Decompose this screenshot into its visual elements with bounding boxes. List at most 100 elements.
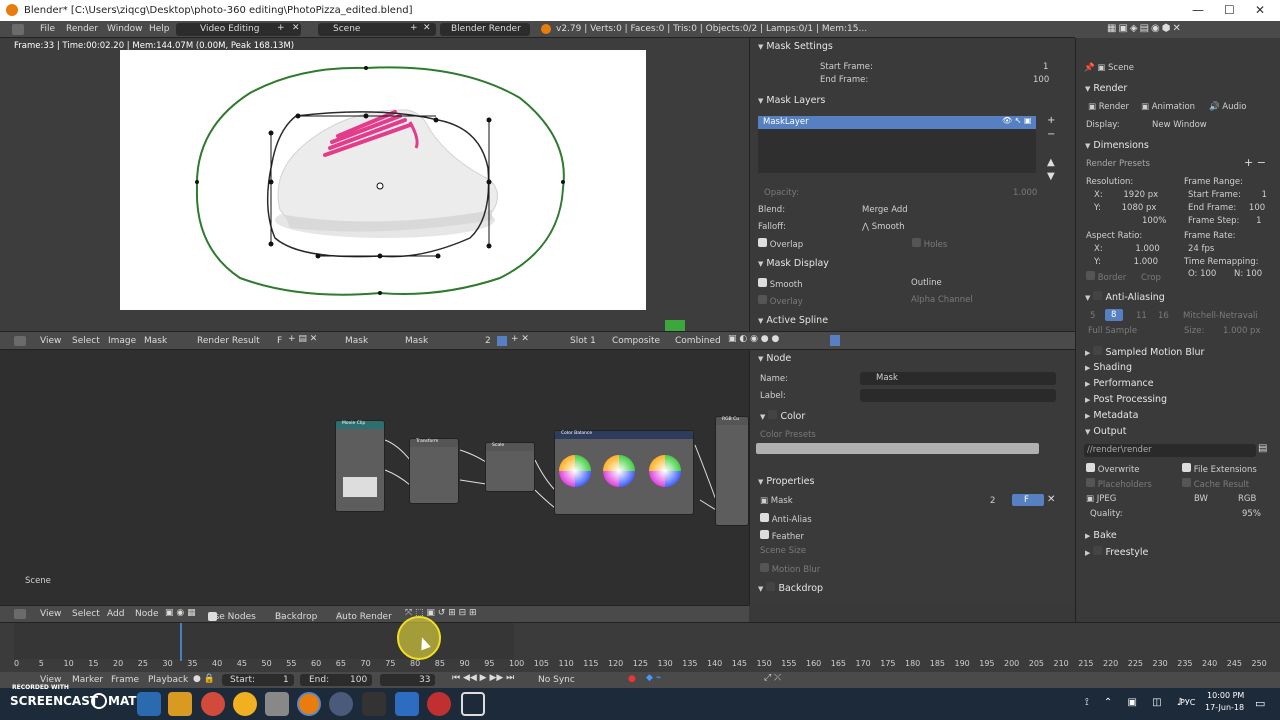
holes-checkbox[interactable]: Holes — [912, 238, 947, 250]
frame-step-field[interactable]: Frame Step: 1 — [1188, 216, 1262, 226]
fake-user-toggle[interactable]: F — [277, 336, 282, 346]
movie-clip-node[interactable]: Movie Clip — [335, 420, 385, 512]
transform-node[interactable]: Transform — [409, 438, 459, 504]
aa-samples-16[interactable]: 16 — [1158, 311, 1169, 321]
file-extensions-checkbox[interactable]: File Extensions — [1182, 463, 1257, 475]
backdrop-header[interactable]: ▼ Backdrop — [758, 582, 823, 594]
file-explorer-icon[interactable] — [168, 692, 192, 716]
autokey-record-icon[interactable]: ● — [628, 674, 636, 684]
mask-selector[interactable]: Mask — [405, 336, 428, 346]
slot-selector[interactable]: Slot 1 — [570, 336, 596, 346]
fake-user-mask-button[interactable] — [497, 336, 507, 346]
terminal-icon[interactable] — [362, 692, 386, 716]
timeline[interactable]: 0 5 10 15 20 25 30 35 40 45 50 55 60 65 70 75 80 85 90 95 10… — [0, 616, 1280, 672]
render-button[interactable]: ▣ Render — [1088, 102, 1129, 112]
aa-samples-5[interactable]: 5 — [1090, 311, 1095, 321]
editor-type-icon[interactable] — [14, 609, 26, 619]
res-x-field[interactable]: X: 1920 px — [1094, 190, 1158, 200]
notifications-icon[interactable]: ▭ — [1255, 697, 1265, 710]
aa-samples-11[interactable]: 11 — [1136, 311, 1147, 321]
language-indicator[interactable]: РУС — [1180, 698, 1195, 707]
node-tree-type-icons[interactable]: ▣ ◉ ▦ — [165, 608, 196, 618]
mask-display-header[interactable]: ▼ Mask Display — [758, 258, 829, 269]
unlink-mask-icon[interactable]: ✕ — [1047, 494, 1055, 505]
color-bw-option[interactable]: BW — [1194, 494, 1208, 504]
menu-help[interactable]: Help — [149, 24, 170, 34]
clock-date[interactable]: 17-Jun-18 — [1205, 703, 1244, 712]
remove-scene-icon[interactable]: ✕ — [423, 23, 431, 33]
overlay-mode-select[interactable]: Alpha Channel — [911, 295, 973, 305]
mode-selector[interactable]: Mask — [345, 336, 368, 346]
outline-select[interactable]: Outline — [911, 278, 942, 288]
close-button[interactable]: ✕ — [1255, 3, 1265, 17]
dimensions-header[interactable]: ▼ Dimensions — [1085, 140, 1149, 151]
rgb-curves-node[interactable]: RGB Cu — [715, 416, 749, 526]
overlay-checkbox[interactable]: Overlay — [758, 295, 803, 307]
menu-render[interactable]: Render — [66, 24, 98, 34]
keyframe-icons[interactable]: ⤢ ⤬ — [764, 673, 781, 683]
pass-selector[interactable]: Combined — [675, 336, 721, 346]
post-processing-header[interactable]: ▶ Post Processing — [1085, 394, 1167, 405]
animation-button[interactable]: ▣ Animation — [1141, 102, 1195, 112]
audio-button[interactable]: 🔊 Audio — [1209, 102, 1246, 112]
layer-selector[interactable]: Composite — [612, 336, 660, 346]
keying-set-icons[interactable]: ◆ ⌁ — [646, 673, 661, 683]
end-frame-field[interactable]: End Frame: 100 — [1188, 203, 1265, 213]
output-path-field[interactable]: //render\render — [1084, 444, 1256, 457]
media-icon[interactable] — [427, 692, 451, 716]
add-scene-icon[interactable]: + — [410, 23, 418, 33]
mask-spline-overlay[interactable] — [0, 38, 749, 331]
opacity-value[interactable]: 1.000 — [1013, 188, 1037, 198]
menu-image[interactable]: Image — [108, 336, 136, 346]
pin-icon[interactable] — [830, 335, 840, 346]
frame-rate-select[interactable]: 24 fps — [1188, 244, 1214, 254]
clock-time[interactable]: 10:00 PM — [1207, 691, 1244, 700]
mask-layer-row[interactable]: MaskLayer 👁 ↖ ▣ — [758, 116, 1036, 129]
border-checkbox[interactable]: Border — [1086, 271, 1126, 283]
performance-header[interactable]: ▶ Performance — [1085, 378, 1154, 389]
layer-visibility-icons[interactable]: 👁 ↖ ▣ — [1002, 116, 1032, 125]
remove-layout-icon[interactable]: ✕ — [292, 23, 300, 33]
mask-settings-header[interactable]: ▼ Mask Settings — [758, 41, 833, 52]
sampled-motion-blur-header[interactable]: ▶ Sampled Motion Blur — [1085, 346, 1204, 358]
properties-context-icons[interactable]: ▦▣◈▤◉⬢✕ — [1107, 23, 1183, 34]
node-color-swatch[interactable] — [756, 443, 1039, 454]
color-header[interactable]: ▼ Color — [760, 410, 805, 422]
vscode-icon[interactable] — [395, 692, 419, 716]
image-selector[interactable]: Render Result — [197, 336, 260, 346]
display-select[interactable]: New Window — [1152, 120, 1207, 130]
folder-icon[interactable]: ▤ — [1258, 443, 1267, 454]
end-frame-value[interactable]: 100 — [1033, 75, 1049, 85]
minimize-button[interactable]: — — [1192, 3, 1204, 17]
display-channel-icons[interactable]: ▣ ◐ ◉ ● ● — [728, 334, 779, 344]
color-balance-node[interactable]: Color Balance — [554, 430, 694, 515]
output-header[interactable]: ▼ Output — [1085, 426, 1126, 437]
sync-select[interactable]: No Sync — [538, 675, 575, 685]
snipping-icon[interactable] — [461, 692, 485, 716]
anti-aliasing-header[interactable]: ▼ Anti-Aliasing — [1085, 291, 1165, 303]
aspect-y-field[interactable]: Y: 1.000 — [1094, 257, 1158, 267]
menu-window[interactable]: Window — [107, 24, 143, 34]
node-editor[interactable]: Movie Clip Transform Scale Color Balance… — [0, 350, 749, 605]
overwrite-checkbox[interactable]: Overwrite — [1086, 463, 1140, 475]
quality-value[interactable]: 95% — [1242, 509, 1261, 519]
menu-node[interactable]: Node — [135, 609, 159, 619]
metadata-header[interactable]: ▶ Metadata — [1085, 410, 1138, 421]
scene-size-select[interactable]: Scene Size — [760, 546, 806, 556]
falloff-select[interactable]: ⋀ Smooth — [862, 222, 904, 232]
feather-checkbox[interactable]: Feather — [760, 530, 804, 542]
freestyle-header[interactable]: ▶ Freestyle — [1085, 546, 1148, 558]
time-remap-old[interactable]: O: 100 — [1188, 269, 1216, 279]
aspect-x-field[interactable]: X: 1.000 — [1094, 244, 1160, 254]
res-y-field[interactable]: Y: 1080 px — [1094, 203, 1156, 213]
start-frame-value[interactable]: 1 — [1043, 62, 1048, 72]
menu-mask[interactable]: Mask — [144, 336, 167, 346]
app2-icon[interactable] — [329, 692, 353, 716]
node-name-field[interactable]: Mask — [860, 372, 1056, 385]
add-layout-icon[interactable]: + — [277, 23, 285, 33]
color-wheels[interactable] — [559, 453, 691, 493]
menu-select[interactable]: Select — [72, 336, 100, 346]
playback-controls[interactable]: ⏮ ◀◀ ▶ ▶▶ ⏭ — [452, 673, 514, 683]
image-editor[interactable]: Frame:33 | Time:00:02.20 | Mem:144.07M (… — [0, 38, 749, 331]
res-percent-field[interactable]: 100% — [1142, 216, 1166, 226]
